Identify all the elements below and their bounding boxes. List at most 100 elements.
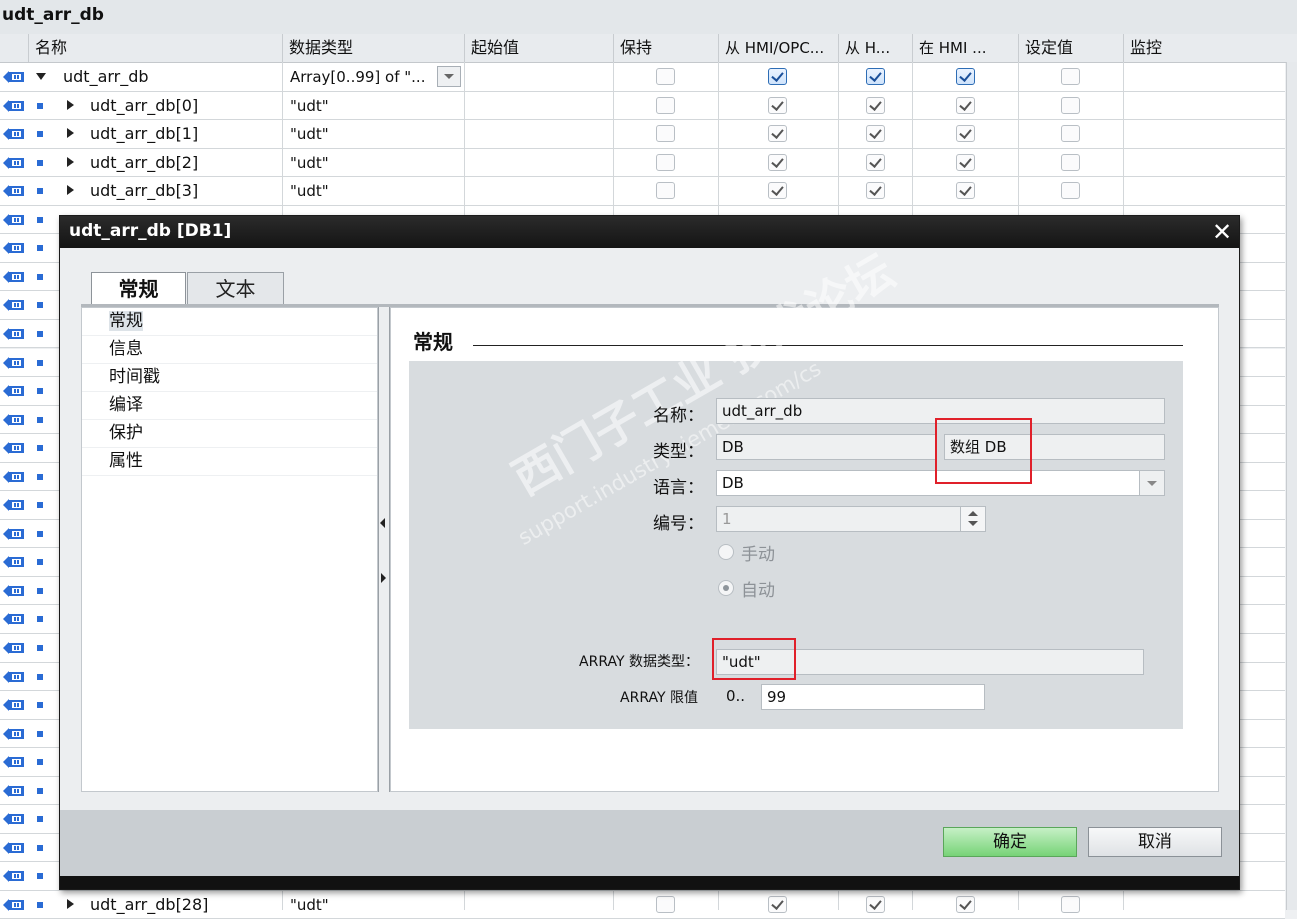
table-row[interactable]: udt_arr_db[28] "udt" bbox=[0, 890, 1285, 919]
row-datatype[interactable]: Array[0..99] of "... bbox=[290, 63, 425, 91]
row-name[interactable]: udt_arr_db[28] bbox=[90, 891, 208, 919]
hmi-opc-checkbox[interactable] bbox=[768, 68, 787, 85]
properties-dialog: udt_arr_db [DB1] ✕ 常规 文本 常规 信息 时间戳 编译 保护… bbox=[59, 215, 1240, 890]
hmi-opc-checkbox[interactable] bbox=[768, 96, 787, 114]
watermark: 西门子工业 技术论坛 bbox=[503, 243, 903, 506]
cancel-button[interactable]: 取消 bbox=[1088, 827, 1222, 857]
expand-right-icon[interactable] bbox=[381, 573, 386, 583]
nav-item-general[interactable]: 常规 bbox=[82, 308, 377, 336]
db-icon bbox=[3, 99, 24, 112]
setpoint-checkbox[interactable] bbox=[1061, 125, 1080, 143]
retain-checkbox[interactable] bbox=[656, 96, 675, 114]
retain-checkbox[interactable] bbox=[656, 68, 675, 85]
col-retain[interactable]: 保持 bbox=[613, 34, 718, 62]
collapse-arrow-icon[interactable] bbox=[36, 73, 46, 80]
nav-item-compile[interactable]: 编译 bbox=[82, 392, 377, 420]
in-hmi-checkbox[interactable] bbox=[956, 96, 975, 114]
setpoint-checkbox[interactable] bbox=[1061, 895, 1080, 913]
row-datatype[interactable]: "udt" bbox=[290, 120, 329, 148]
setpoint-checkbox[interactable] bbox=[1061, 182, 1080, 200]
from-h-checkbox[interactable] bbox=[866, 125, 885, 143]
col-monitor[interactable]: 监控 bbox=[1123, 34, 1285, 62]
number-stepper[interactable]: 1 bbox=[716, 506, 986, 532]
in-hmi-checkbox[interactable] bbox=[956, 68, 975, 85]
row-name[interactable]: udt_arr_db[3] bbox=[90, 177, 198, 205]
element-marker-icon bbox=[37, 159, 43, 166]
retain-checkbox[interactable] bbox=[656, 895, 675, 913]
db-icon bbox=[3, 613, 24, 626]
tab-text[interactable]: 文本 bbox=[187, 272, 284, 304]
close-icon[interactable]: ✕ bbox=[1209, 218, 1235, 246]
element-marker-icon bbox=[37, 901, 43, 908]
setpoint-checkbox[interactable] bbox=[1061, 153, 1080, 171]
row-datatype[interactable]: "udt" bbox=[290, 149, 329, 177]
chevron-down-icon[interactable] bbox=[1139, 471, 1164, 495]
datatype-dropdown-button[interactable] bbox=[437, 66, 461, 87]
col-setpoint[interactable]: 设定值 bbox=[1018, 34, 1123, 62]
dialog-title-bar[interactable]: udt_arr_db [DB1] ✕ bbox=[60, 216, 1239, 248]
col-datatype[interactable]: 数据类型 bbox=[282, 34, 464, 62]
dialog-body: 常规 文本 常规 信息 时间戳 编译 保护 属性 常规 西门子工业 技术论坛 s… bbox=[60, 244, 1239, 810]
retain-checkbox[interactable] bbox=[656, 153, 675, 171]
collapse-left-icon[interactable] bbox=[380, 518, 385, 528]
expand-arrow-icon[interactable] bbox=[67, 128, 74, 139]
manual-radio-label: 手动 bbox=[741, 545, 775, 565]
expand-arrow-icon[interactable] bbox=[67, 99, 74, 110]
ok-button[interactable]: 确定 bbox=[943, 827, 1077, 857]
vertical-scrollbar[interactable] bbox=[1286, 62, 1297, 910]
auto-radio[interactable] bbox=[718, 580, 734, 596]
number-label: 编号： bbox=[653, 514, 704, 534]
nav-item-label: 常规 bbox=[109, 311, 143, 331]
col-name[interactable]: 名称 bbox=[28, 34, 282, 62]
col-from-h[interactable]: 从 H... bbox=[838, 34, 912, 62]
row-datatype[interactable]: "udt" bbox=[290, 891, 329, 919]
retain-checkbox[interactable] bbox=[656, 182, 675, 200]
nav-item-protection[interactable]: 保护 bbox=[82, 420, 377, 448]
expand-arrow-icon[interactable] bbox=[67, 156, 74, 167]
from-h-checkbox[interactable] bbox=[866, 96, 885, 114]
hmi-opc-checkbox[interactable] bbox=[768, 182, 787, 200]
hmi-opc-checkbox[interactable] bbox=[768, 125, 787, 143]
row-name[interactable]: udt_arr_db bbox=[63, 63, 149, 91]
nav-item-attributes[interactable]: 属性 bbox=[82, 448, 377, 476]
hmi-opc-checkbox[interactable] bbox=[768, 153, 787, 171]
expand-arrow-icon[interactable] bbox=[67, 898, 74, 909]
table-row[interactable]: udt_arr_db[3] "udt" bbox=[0, 177, 1285, 206]
row-datatype[interactable]: "udt" bbox=[290, 92, 329, 120]
manual-radio[interactable] bbox=[718, 544, 734, 560]
tab-general[interactable]: 常规 bbox=[91, 272, 186, 305]
setpoint-checkbox[interactable] bbox=[1061, 68, 1080, 85]
row-datatype[interactable]: "udt" bbox=[290, 177, 329, 205]
array-limit-upper-field[interactable]: 99 bbox=[761, 684, 985, 710]
array-type-label-text: ARRAY 数据类型： bbox=[579, 654, 699, 670]
element-marker-icon bbox=[37, 302, 43, 309]
from-h-checkbox[interactable] bbox=[866, 153, 885, 171]
row-name[interactable]: udt_arr_db[1] bbox=[90, 120, 198, 148]
number-value: 1 bbox=[722, 510, 732, 528]
content-pane: 常规 西门子工业 技术论坛 support.industry.siemens.c… bbox=[390, 244, 1219, 792]
row-name[interactable]: udt_arr_db[2] bbox=[90, 149, 198, 177]
from-h-checkbox[interactable] bbox=[866, 68, 885, 85]
setpoint-checkbox[interactable] bbox=[1061, 96, 1080, 114]
nav-item-timestamp[interactable]: 时间戳 bbox=[82, 364, 377, 392]
nav-item-info[interactable]: 信息 bbox=[82, 336, 377, 364]
from-h-checkbox[interactable] bbox=[866, 182, 885, 200]
in-hmi-checkbox[interactable] bbox=[956, 153, 975, 171]
pane-splitter[interactable] bbox=[378, 307, 390, 792]
hmi-opc-checkbox[interactable] bbox=[768, 895, 787, 913]
in-hmi-checkbox[interactable] bbox=[956, 125, 975, 143]
col-start-value[interactable]: 起始值 bbox=[464, 34, 613, 62]
table-row[interactable]: udt_arr_db[2] "udt" bbox=[0, 148, 1285, 178]
table-row[interactable]: udt_arr_db[0] "udt" bbox=[0, 91, 1285, 121]
retain-checkbox[interactable] bbox=[656, 125, 675, 143]
col-from-hmi-opc[interactable]: 从 HMI/OPC... bbox=[718, 34, 838, 62]
col-in-hmi[interactable]: 在 HMI ... bbox=[912, 34, 1018, 62]
in-hmi-checkbox[interactable] bbox=[956, 182, 975, 200]
expand-arrow-icon[interactable] bbox=[67, 185, 74, 196]
table-row[interactable]: udt_arr_db[1] "udt" bbox=[0, 120, 1285, 149]
from-h-checkbox[interactable] bbox=[866, 895, 885, 913]
row-name[interactable]: udt_arr_db[0] bbox=[90, 92, 198, 120]
spinner-icon[interactable] bbox=[960, 507, 985, 531]
in-hmi-checkbox[interactable] bbox=[956, 895, 975, 913]
table-row-root[interactable]: udt_arr_db Array[0..99] of "... bbox=[0, 63, 1285, 92]
